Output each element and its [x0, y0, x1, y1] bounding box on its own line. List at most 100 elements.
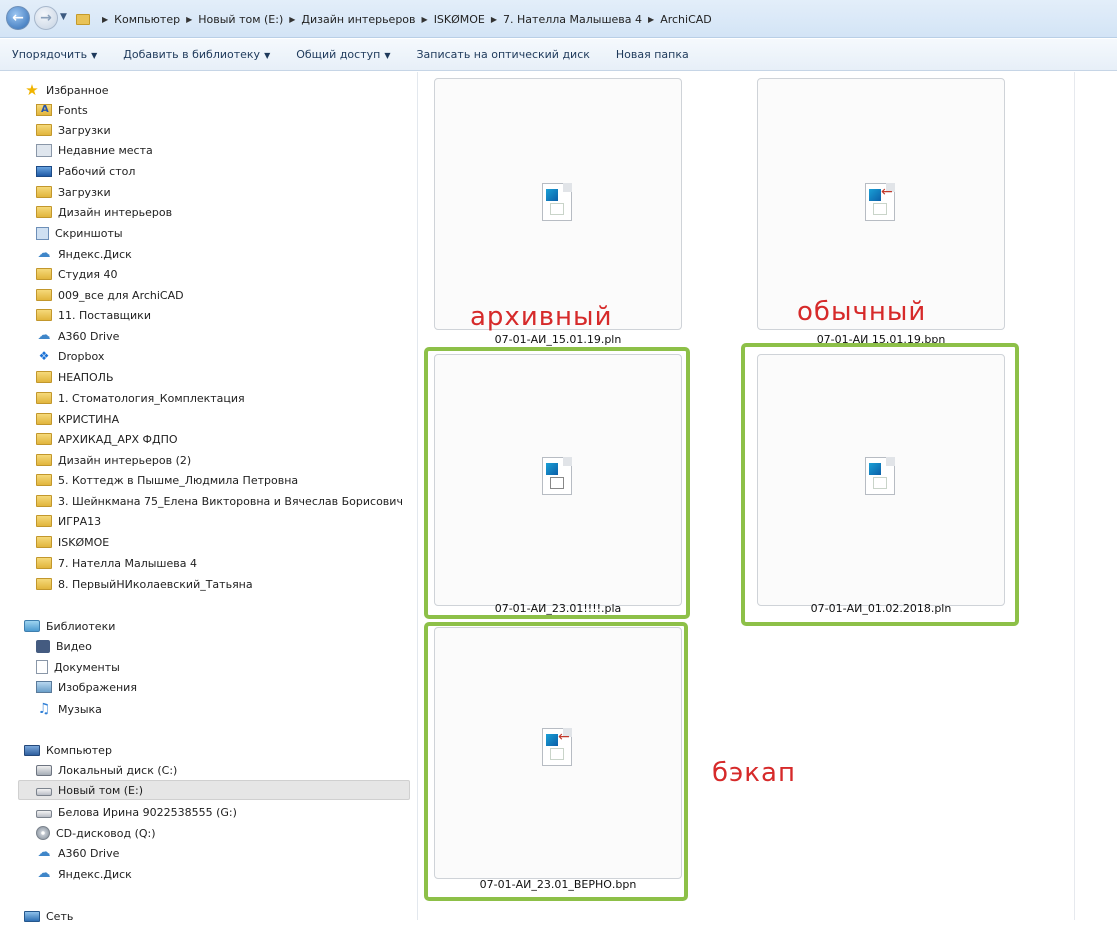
nav-item-cottage[interactable]: 5. Коттедж в Пышме_Людмила Петровна [36, 470, 298, 490]
vertical-scrollbar[interactable] [1074, 72, 1117, 920]
highlight-frame [424, 347, 690, 619]
folder-icon [36, 557, 52, 569]
breadcrumb[interactable]: ▶ Компьютер ▶ Новый том (E:) ▶ Дизайн ин… [76, 8, 712, 30]
screenshots-folder-icon [36, 226, 49, 240]
nav-item-desktop[interactable]: Рабочий стол [36, 161, 135, 181]
breadcrumb-item-archicad[interactable]: ArchiCAD [660, 13, 712, 26]
command-toolbar: Упорядочить ▼ Добавить в библиотеку ▼ Общи… [0, 39, 1117, 71]
chevron-right-icon[interactable]: ▶ [102, 15, 108, 24]
nav-item-drive-g[interactable]: Белова Ирина 9022538555 (G:) [36, 802, 237, 822]
nav-libraries-header[interactable]: Библиотеки [24, 616, 115, 636]
nav-favorites-header[interactable]: ★ Избранное [24, 80, 108, 100]
file-name[interactable]: 07-01-АИ_15.01.19.pln [428, 333, 688, 346]
nav-item-napoli[interactable]: НЕАПОЛЬ [36, 367, 114, 387]
forward-button[interactable]: → [34, 6, 58, 30]
file-tile[interactable]: ← [757, 78, 1005, 330]
video-icon [36, 639, 50, 653]
nav-label: Рабочий стол [58, 164, 136, 178]
archicad-logo-shape [546, 189, 558, 201]
folder-icon [36, 392, 52, 404]
chevron-right-icon[interactable]: ▶ [422, 15, 428, 24]
nav-label: Сеть [46, 909, 74, 923]
nav-item-interior-design[interactable]: Дизайн интерьеров [36, 202, 172, 222]
cloud-icon: ☁ [37, 246, 51, 261]
nav-item-images[interactable]: Изображения [36, 677, 137, 697]
nav-item-yandex-disk-2[interactable]: ☁ Яндекс.Диск [36, 864, 132, 884]
nav-item-a360-drive[interactable]: ☁ A360 Drive [36, 326, 120, 346]
breadcrumb-item-drive-e[interactable]: Новый том (E:) [198, 13, 283, 26]
folder-icon [36, 413, 52, 425]
nav-item-archicad-fdpo[interactable]: АРХИКАД_АРХ ФДПО [36, 429, 178, 449]
nav-item-kristina[interactable]: КРИСТИНА [36, 409, 119, 429]
folder-icon [36, 186, 52, 198]
share-button[interactable]: Общий доступ ▼ [296, 48, 390, 61]
nav-item-cd-drive[interactable]: CD-дисковод (Q:) [36, 823, 156, 843]
nav-label: Локальный диск (C:) [58, 763, 178, 777]
a360-drive-icon: ☁ [37, 845, 51, 860]
hard-drive-icon [36, 787, 52, 796]
nav-item-iskomoe[interactable]: ISKØMOE [36, 532, 109, 552]
nav-item-fonts[interactable]: Fonts [36, 100, 88, 120]
breadcrumb-item-computer[interactable]: Компьютер [114, 13, 180, 26]
nav-item-yandex-disk[interactable]: ☁ Яндекс.Диск [36, 244, 132, 264]
breadcrumb-item-iskomoe[interactable]: ISKØMOE [434, 13, 485, 26]
nav-item-documents[interactable]: Документы [36, 657, 120, 677]
nav-computer-header[interactable]: Компьютер [24, 740, 112, 760]
computer-icon [24, 744, 40, 756]
chevron-right-icon[interactable]: ▶ [491, 15, 497, 24]
organize-menu-button[interactable]: Упорядочить ▼ [12, 48, 97, 61]
folder-icon [76, 13, 90, 25]
libraries-icon [24, 620, 40, 632]
desktop-icon [36, 165, 52, 177]
nav-label: Недавние места [58, 143, 153, 157]
nav-item-studio-40[interactable]: Студия 40 [36, 264, 117, 284]
folder-icon [36, 206, 52, 218]
nav-label: Яндекс.Диск [58, 247, 132, 261]
nav-item-suppliers[interactable]: 11. Поставщики [36, 305, 151, 325]
nav-item-downloads[interactable]: Загрузки [36, 120, 111, 140]
organize-label: Упорядочить [12, 48, 88, 61]
archicad-logo-shape [869, 189, 881, 201]
recent-pages-dropdown-icon[interactable]: ▼ [60, 12, 67, 22]
chevron-right-icon[interactable]: ▶ [186, 15, 192, 24]
breadcrumb-item-interior-design[interactable]: Дизайн интерьеров [301, 13, 415, 26]
nav-label: Изображения [58, 680, 137, 694]
nav-item-drive-c[interactable]: Локальный диск (C:) [36, 760, 177, 780]
chevron-down-icon: ▼ [384, 51, 391, 60]
nav-label: КРИСТИНА [58, 412, 120, 426]
chevron-right-icon[interactable]: ▶ [289, 15, 295, 24]
address-bar: ← → ▼ ▶ Компьютер ▶ Новый том (E:) ▶ Диз… [0, 0, 1117, 38]
nav-item-pervyi-nikolaevsky[interactable]: 8. ПервыйНИколаевский_Татьяна [36, 574, 253, 594]
nav-item-music[interactable]: ♫ Музыка [36, 699, 102, 719]
folder-icon [36, 454, 52, 466]
breadcrumb-item-natella[interactable]: 7. Нателла Малышева 4 [503, 13, 642, 26]
floor-plan-shape [873, 203, 887, 215]
file-tile[interactable] [434, 78, 682, 330]
image-icon [36, 681, 52, 693]
nav-item-igra13[interactable]: ИГРА13 [36, 511, 101, 531]
folder-icon [36, 474, 52, 486]
new-folder-button[interactable]: Новая папка [616, 48, 689, 61]
nav-label: Компьютер [46, 743, 112, 757]
nav-item-archicad-stuff[interactable]: 009_все для ArchiCAD [36, 285, 184, 305]
nav-item-a360-drive-2[interactable]: ☁ A360 Drive [36, 843, 120, 863]
burn-button[interactable]: Записать на оптический диск [416, 48, 589, 61]
nav-network-header[interactable]: Сеть [24, 906, 73, 926]
nav-item-natella[interactable]: 7. Нателла Малышева 4 [36, 553, 197, 573]
back-button[interactable]: ← [6, 6, 30, 30]
add-to-library-button[interactable]: Добавить в библиотеку ▼ [123, 48, 270, 61]
nav-item-screenshots[interactable]: Скриншоты [36, 223, 123, 243]
nav-item-downloads-2[interactable]: Загрузки [36, 182, 111, 202]
nav-item-dropbox[interactable]: ❖ Dropbox [36, 346, 105, 366]
music-icon: ♫ [37, 701, 51, 717]
nav-item-video[interactable]: Видео [36, 636, 92, 656]
archicad-archive-file-icon [542, 183, 572, 221]
nav-item-drive-e[interactable]: Новый том (E:) [18, 780, 410, 800]
nav-item-sheinkmana[interactable]: 3. Шейнкмана 75_Елена Викторовна и Вячес… [36, 491, 403, 511]
navigation-pane: ★ Избранное Fonts Загрузки Недавние места… [0, 72, 418, 923]
nav-item-dentistry[interactable]: 1. Стоматология_Комплектация [36, 388, 245, 408]
chevron-right-icon[interactable]: ▶ [648, 15, 654, 24]
nav-item-interior-design-2[interactable]: Дизайн интерьеров (2) [36, 450, 191, 470]
nav-label: Дизайн интерьеров (2) [58, 453, 192, 467]
nav-item-recent-places[interactable]: Недавние места [36, 140, 153, 160]
